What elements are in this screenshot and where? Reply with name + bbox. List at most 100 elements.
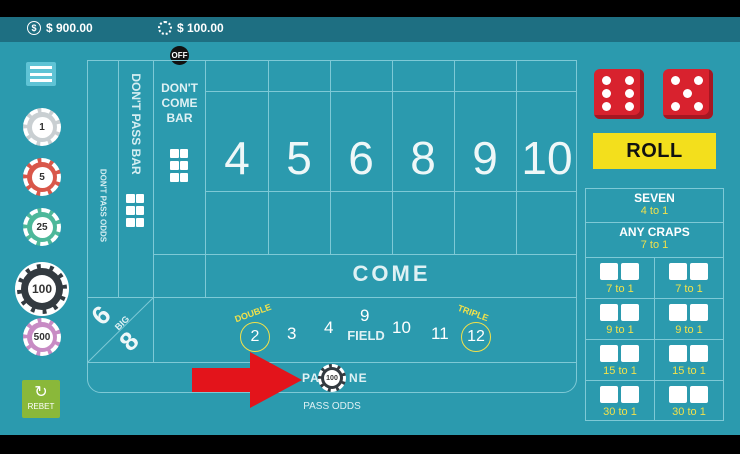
chip-value: 1	[31, 116, 53, 138]
dice-pair-icon	[600, 386, 640, 403]
point-number-4[interactable]: 4	[206, 131, 268, 185]
field-3: 3	[287, 324, 297, 343]
bet-total-display: $ 100.00	[158, 21, 224, 35]
dont-come-bar-area[interactable]: DON'T COME BAR	[154, 81, 205, 126]
roll-button[interactable]: ROLL	[593, 133, 716, 169]
big-6-8-area[interactable]: 6 BIG 8	[85, 298, 153, 362]
hardway-bet[interactable]: 9 to 1	[655, 299, 723, 340]
menu-bar-icon	[30, 72, 52, 76]
dont-come-bar-line-3: BAR	[166, 111, 193, 125]
balance-value: $ 900.00	[46, 21, 93, 35]
point-number-6[interactable]: 6	[330, 131, 392, 185]
field-label: FIELD	[347, 328, 385, 343]
hardway-bet[interactable]: 15 to 1	[586, 340, 654, 381]
pass-line-chip-value: 100	[324, 370, 340, 386]
hardway-bet[interactable]: 7 to 1	[655, 258, 723, 299]
big-8-label: 8	[113, 325, 145, 357]
dice-pair-icon	[600, 345, 640, 362]
bottom-letterbox	[0, 435, 740, 454]
chip-5[interactable]: 5	[23, 158, 61, 196]
top-letterbox	[0, 0, 740, 17]
hardway-odds: 15 to 1	[603, 365, 637, 377]
menu-bar-icon	[30, 79, 52, 82]
balance-display: $ $ 900.00	[27, 21, 93, 35]
hardway-bet[interactable]: 9 to 1	[586, 299, 654, 340]
point-number-5[interactable]: 5	[268, 131, 330, 185]
hardway-odds: 7 to 1	[606, 283, 634, 295]
field-10: 10	[392, 318, 411, 337]
dice-icon	[126, 194, 144, 203]
die-right	[663, 69, 713, 119]
pass-odds-label: PASS ODDS	[303, 401, 361, 412]
field-2-ring: 2	[240, 322, 270, 352]
proposition-bets-panel: SEVEN 4 to 1 ANY CRAPS 7 to 1 7 to 1 7 to…	[585, 188, 724, 421]
come-label: COME	[352, 261, 431, 286]
hardway-bet[interactable]: 15 to 1	[655, 340, 723, 381]
dice-pair-icon	[669, 304, 709, 321]
dice-pair-icon	[600, 263, 640, 280]
pass-odds-area[interactable]: PASS ODDS	[87, 401, 577, 412]
dice-pair-icon	[669, 345, 709, 362]
craps-table-screen: $ $ 900.00 $ 100.00 OFF 1 5 25 100 500 ↻ REB…	[0, 0, 740, 454]
rebet-icon: ↻	[34, 384, 48, 401]
menu-bar-icon	[30, 66, 52, 69]
dice-pair-icon	[669, 263, 709, 280]
chip-100[interactable]: 100	[17, 264, 67, 314]
dont-pass-odds-label: DON'T PASS ODDS	[98, 168, 108, 243]
status-bar	[0, 17, 740, 42]
dice-icon	[170, 173, 188, 182]
dice-icon	[170, 149, 188, 158]
dont-come-bar-line-1: DON'T	[161, 81, 198, 95]
chip-1[interactable]: 1	[23, 108, 61, 146]
rebet-button[interactable]: ↻ REBET	[22, 380, 60, 418]
dont-pass-bar-label: DON'T PASS BAR	[129, 73, 143, 175]
dice-pair-icon	[669, 386, 709, 403]
point-number-9[interactable]: 9	[454, 131, 516, 185]
dice-icon	[126, 218, 144, 227]
dice-pair-icon	[600, 304, 640, 321]
hardway-odds: 30 to 1	[603, 406, 637, 418]
dice-icon	[126, 206, 144, 215]
field-12-ring: 12	[461, 322, 491, 352]
point-number-8[interactable]: 8	[392, 131, 454, 185]
chip-outline-icon	[158, 21, 172, 35]
pass-line-right-label: NE	[349, 371, 368, 385]
pass-line-area[interactable]: PA NE 100	[88, 363, 577, 393]
pass-line-chip[interactable]: 100	[318, 364, 346, 392]
hardway-odds: 9 to 1	[606, 324, 634, 336]
any-craps-bet[interactable]: ANY CRAPS 7 to 1	[586, 225, 723, 251]
double-label: DOUBLE	[233, 301, 273, 325]
any-craps-odds: 7 to 1	[640, 239, 669, 251]
triple-label: TRIPLE	[456, 302, 490, 324]
dont-pass-odds-area[interactable]: DON'T PASS ODDS	[99, 143, 108, 269]
hardway-bet[interactable]: 30 to 1	[586, 381, 654, 422]
chip-500[interactable]: 500	[23, 318, 61, 356]
field-11: 11	[431, 324, 449, 343]
dont-come-bar-line-2: COME	[161, 96, 198, 110]
chip-value: 25	[31, 216, 53, 238]
field-9: 9	[360, 306, 370, 325]
hardway-odds: 15 to 1	[672, 365, 706, 377]
bet-total-value: $ 100.00	[177, 21, 224, 35]
seven-title: SEVEN	[634, 191, 675, 205]
chip-25[interactable]: 25	[23, 208, 61, 246]
hardway-odds: 7 to 1	[675, 283, 703, 295]
betting-layout: DON'T PASS ODDS DON'T PASS BAR DON'T COM…	[85, 60, 578, 393]
menu-button[interactable]	[26, 62, 56, 86]
rebet-label: REBET	[27, 402, 55, 411]
seven-bet[interactable]: SEVEN 4 to 1	[586, 191, 723, 217]
hardway-odds: 9 to 1	[675, 324, 703, 336]
dont-pass-bar-area[interactable]: DON'T PASS BAR	[129, 72, 143, 176]
hardway-odds: 30 to 1	[672, 406, 706, 418]
seven-odds: 4 to 1	[640, 205, 669, 217]
red-arrow-icon	[192, 352, 302, 408]
any-craps-title: ANY CRAPS	[619, 225, 690, 239]
hardway-bet[interactable]: 7 to 1	[586, 258, 654, 299]
come-area[interactable]: COME	[206, 261, 577, 287]
hardway-bet[interactable]: 30 to 1	[655, 381, 723, 422]
dice-icon	[170, 161, 188, 170]
field-4: 4	[324, 318, 334, 337]
dollar-coin-icon: $	[27, 21, 41, 35]
point-number-10[interactable]: 10	[516, 131, 578, 185]
chip-value: 500	[31, 326, 53, 348]
